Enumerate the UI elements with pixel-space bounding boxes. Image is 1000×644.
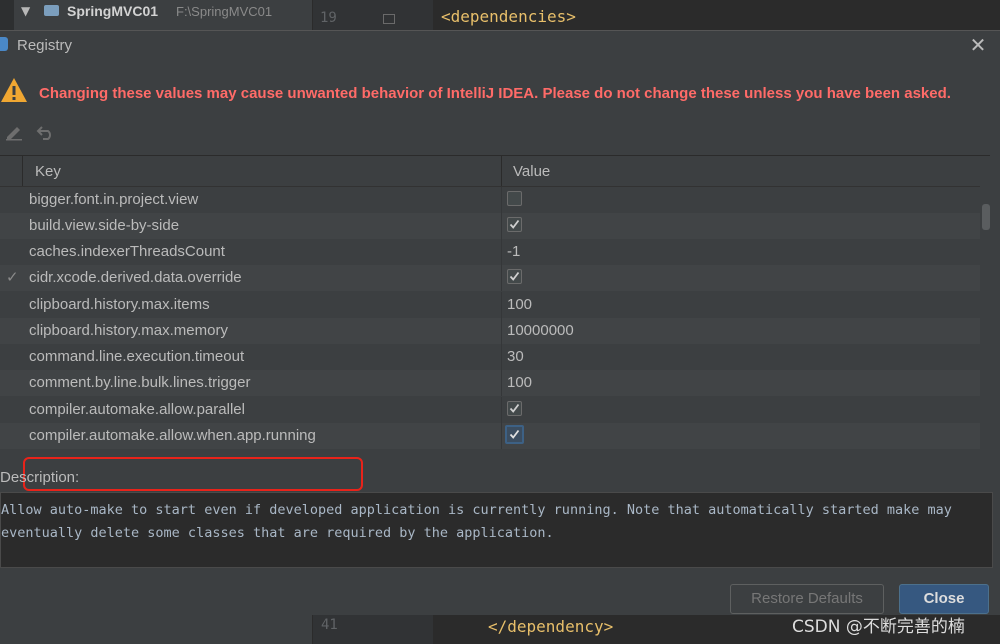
row-key: bigger.font.in.project.view xyxy=(29,191,199,208)
column-divider xyxy=(501,370,502,396)
checkmark-icon xyxy=(509,429,520,439)
line-number: 41 xyxy=(321,617,338,633)
description-label: Description: xyxy=(0,469,80,486)
row-key: build.view.side-by-side xyxy=(29,217,180,234)
value-checkbox[interactable] xyxy=(507,269,522,284)
project-panel: ▼ SpringMVC01 F:\SpringMVC01 xyxy=(0,0,313,30)
row-value[interactable]: 30 xyxy=(507,348,524,365)
column-divider xyxy=(501,292,502,318)
revert-icon[interactable] xyxy=(36,123,56,141)
table-row[interactable]: clipboard.history.max.items 100 xyxy=(0,292,980,318)
table-row[interactable]: bigger.font.in.project.view xyxy=(0,187,980,213)
column-divider xyxy=(501,187,502,213)
row-key: command.line.execution.timeout xyxy=(29,348,245,365)
checkmark-icon xyxy=(509,403,520,413)
project-name[interactable]: SpringMVC01 xyxy=(67,3,158,19)
folder-icon xyxy=(44,5,59,16)
table-row[interactable]: clipboard.history.max.memory 10000000 xyxy=(0,318,980,344)
table-row[interactable]: comment.by.line.bulk.lines.trigger 100 xyxy=(0,370,980,396)
table-row[interactable]: compiler.automake.allow.parallel xyxy=(0,397,980,423)
column-divider xyxy=(501,239,502,265)
edit-icon[interactable] xyxy=(4,123,24,141)
table-row-selected[interactable]: compiler.automake.allow.when.app.running xyxy=(0,423,980,449)
row-key: clipboard.history.max.items xyxy=(29,296,210,313)
warning-icon xyxy=(1,78,27,102)
registry-dialog: Registry ✕ Changing these values may cau… xyxy=(0,30,1000,616)
value-checkbox[interactable] xyxy=(507,191,522,206)
line-number: 19 xyxy=(320,10,337,26)
project-path: F:\SpringMVC01 xyxy=(176,4,273,19)
app-icon xyxy=(0,37,8,51)
scrollbar-thumb[interactable] xyxy=(982,204,990,230)
ide-editor-top: ▼ SpringMVC01 F:\SpringMVC01 19 <depende… xyxy=(0,0,1000,30)
watermark: CSDN @不断完善的楠 xyxy=(792,617,965,637)
expand-arrow-icon[interactable]: ▼ xyxy=(21,4,30,18)
column-divider xyxy=(501,213,502,239)
description-box: Allow auto-make to start even if develop… xyxy=(0,492,993,568)
table-row[interactable]: caches.indexerThreadsCount -1 xyxy=(0,239,980,265)
value-checkbox[interactable] xyxy=(507,217,522,232)
project-panel-bottom xyxy=(0,615,312,644)
value-checkbox[interactable] xyxy=(505,425,524,444)
column-divider xyxy=(501,423,502,449)
table-header: Key Value xyxy=(0,156,980,187)
checkmark-icon xyxy=(509,271,520,281)
row-key: clipboard.history.max.memory xyxy=(29,322,228,339)
row-value[interactable]: 100 xyxy=(507,296,532,313)
column-divider xyxy=(501,344,502,370)
checkmark-icon xyxy=(509,219,520,229)
column-header-value[interactable]: Value xyxy=(513,163,550,180)
line-gutter: 19 xyxy=(313,0,433,30)
row-key: compiler.automake.allow.parallel xyxy=(29,401,245,418)
registry-table: Key Value bigger.font.in.project.view bu… xyxy=(0,155,990,453)
header-divider[interactable] xyxy=(501,156,502,186)
row-value[interactable]: 10000000 xyxy=(507,322,574,339)
row-value[interactable]: 100 xyxy=(507,374,532,391)
column-divider xyxy=(501,265,502,291)
row-key: compiler.automake.allow.when.app.running xyxy=(29,427,316,444)
table-row[interactable]: command.line.execution.timeout 30 xyxy=(0,344,980,370)
code-line: <dependencies> xyxy=(441,7,576,26)
modified-mark: ✓ xyxy=(6,268,19,286)
column-divider xyxy=(501,397,502,423)
header-divider xyxy=(22,156,23,186)
close-icon[interactable]: ✕ xyxy=(968,35,988,55)
value-checkbox[interactable] xyxy=(507,401,522,416)
tool-strip xyxy=(0,0,14,30)
warning-message: Changing these values may cause unwanted… xyxy=(39,85,951,102)
row-key: caches.indexerThreadsCount xyxy=(29,243,225,260)
row-value[interactable]: -1 xyxy=(507,243,520,260)
line-gutter-bottom: 41 xyxy=(313,615,433,644)
dialog-title-bar: Registry ✕ xyxy=(0,31,1000,65)
restore-defaults-button[interactable]: Restore Defaults xyxy=(730,584,884,614)
dialog-title: Registry xyxy=(17,37,73,54)
table-row[interactable]: ✓ cidr.xcode.derived.data.override xyxy=(0,265,980,291)
description-text: Allow auto-make to start even if develop… xyxy=(1,502,952,541)
code-line: </dependency> xyxy=(488,617,614,636)
column-divider xyxy=(501,318,502,344)
close-button[interactable]: Close xyxy=(899,584,989,614)
fold-marker-icon[interactable] xyxy=(383,14,395,24)
column-header-key[interactable]: Key xyxy=(35,163,61,180)
row-key: cidr.xcode.derived.data.override xyxy=(29,269,242,286)
table-row[interactable]: build.view.side-by-side xyxy=(0,213,980,239)
row-key: comment.by.line.bulk.lines.trigger xyxy=(29,374,251,391)
